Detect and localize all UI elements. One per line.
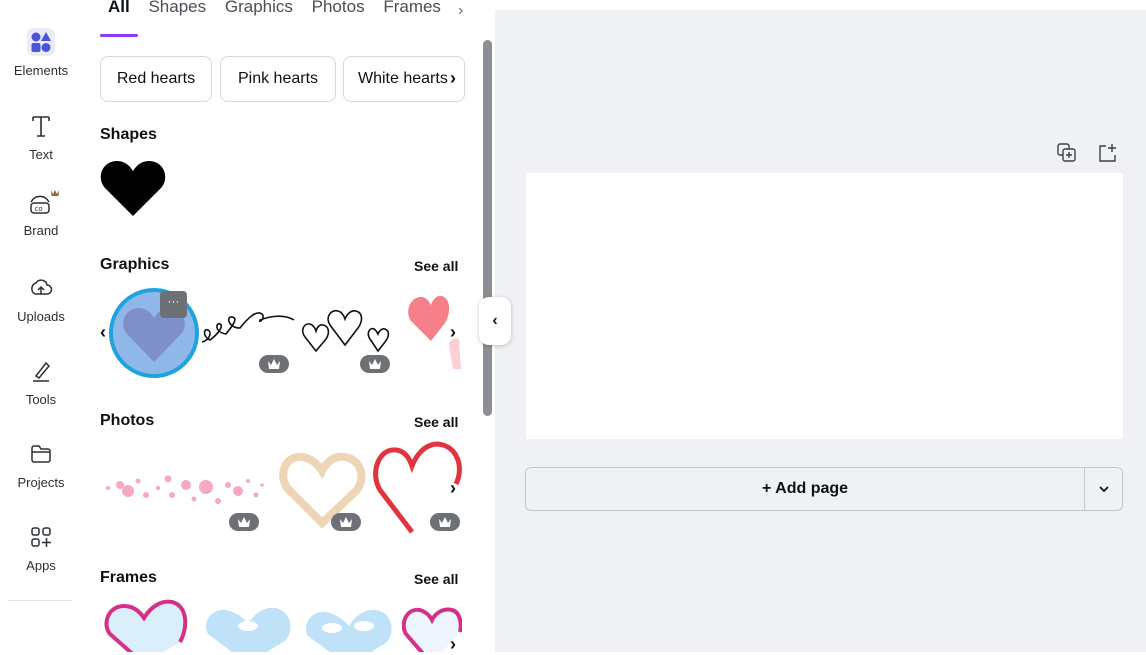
tab-all[interactable]: All <box>108 0 130 17</box>
heart-outline-icon <box>302 309 390 353</box>
heart-shape-item[interactable] <box>100 158 166 218</box>
frame-item-heart[interactable] <box>100 598 192 652</box>
panel-scrollbar[interactable] <box>483 40 492 416</box>
tab-shapes[interactable]: Shapes <box>148 0 206 17</box>
svg-text:co: co <box>35 205 43 213</box>
more-options-icon[interactable]: ··· <box>160 291 187 318</box>
uploads-icon <box>27 274 55 302</box>
see-all-photos[interactable]: See all <box>414 414 458 430</box>
rail-item-tools[interactable]: Tools <box>0 357 82 407</box>
heart-frame-image <box>104 599 188 652</box>
see-all-frames[interactable]: See all <box>414 571 458 587</box>
frame-item-cloud-sky[interactable] <box>302 606 396 652</box>
premium-crown-badge <box>259 355 289 373</box>
premium-crown-badge <box>331 513 361 531</box>
rail-label-brand: Brand <box>23 223 59 238</box>
tab-photos[interactable]: Photos <box>312 0 365 17</box>
chevron-right-icon[interactable]: › <box>458 2 463 20</box>
apps-icon <box>27 523 55 551</box>
rail-item-projects[interactable]: Projects <box>0 440 82 490</box>
chevron-right-icon[interactable]: › <box>450 68 456 89</box>
cloud-sky-frame-image <box>306 609 392 652</box>
premium-crown-badge <box>430 513 460 531</box>
section-title-shapes: Shapes <box>100 126 157 143</box>
premium-crown-badge <box>229 513 259 531</box>
add-page-icon[interactable] <box>1096 142 1118 164</box>
graphic-item-outline-hearts[interactable] <box>300 305 395 355</box>
chevron-right-icon[interactable]: › <box>450 478 456 499</box>
rail-label-uploads: Uploads <box>17 309 65 324</box>
rail-divider <box>8 600 72 601</box>
folder-icon <box>27 440 55 468</box>
rail-label-text: Text <box>29 147 53 162</box>
rail-item-uploads[interactable]: Uploads <box>0 274 82 324</box>
rail-item-apps[interactable]: Apps <box>0 523 82 573</box>
text-icon <box>27 112 55 140</box>
chevron-left-icon: ‹ <box>492 312 498 329</box>
chip-pink-hearts[interactable]: Pink hearts <box>220 56 336 102</box>
section-title-graphics: Graphics <box>100 256 170 273</box>
collapse-panel-button[interactable]: ‹ <box>479 297 511 345</box>
add-page-button[interactable]: + Add page <box>526 468 1084 510</box>
rail-label-projects: Projects <box>17 475 65 490</box>
chip-red-hearts[interactable]: Red hearts <box>100 56 212 102</box>
see-all-graphics[interactable]: See all <box>414 258 458 274</box>
rail-label-elements: Elements <box>13 63 69 78</box>
chip-white-hearts[interactable]: White hearts <box>343 56 465 102</box>
chevron-down-icon[interactable] <box>1085 468 1123 510</box>
rail-item-brand[interactable]: co Brand <box>0 188 82 238</box>
rail-label-tools: Tools <box>25 392 57 407</box>
chevron-left-icon[interactable]: ‹ <box>100 322 106 343</box>
tools-icon <box>27 357 55 385</box>
rail-item-elements[interactable]: Elements <box>0 28 82 78</box>
rail-item-text[interactable]: Text <box>0 112 82 162</box>
rail-label-apps: Apps <box>26 558 56 573</box>
heart-icon <box>100 161 166 216</box>
side-rail: Elements Text co Brand Uploads Tools Pro… <box>0 0 82 652</box>
graphic-item-heart-string[interactable] <box>200 300 296 356</box>
design-page[interactable] <box>526 173 1123 439</box>
category-tabs: All Shapes Graphics Photos Frames <box>108 0 455 27</box>
add-page-bar: + Add page <box>525 467 1123 511</box>
section-title-photos: Photos <box>100 412 155 429</box>
premium-crown-badge <box>360 355 390 373</box>
tab-frames[interactable]: Frames <box>383 0 441 17</box>
elements-icon <box>27 28 55 56</box>
brand-icon: co <box>27 188 59 216</box>
tab-graphics[interactable]: Graphics <box>225 0 293 17</box>
frame-item-cloud[interactable] <box>202 604 294 652</box>
section-title-frames: Frames <box>100 569 157 586</box>
duplicate-page-icon[interactable] <box>1056 142 1078 164</box>
workspace-top-edge <box>495 0 1146 10</box>
active-tab-indicator <box>100 34 138 37</box>
heart-line-icon <box>201 312 295 343</box>
chevron-right-icon[interactable]: › <box>450 322 456 343</box>
cloud-frame-image <box>206 607 291 652</box>
